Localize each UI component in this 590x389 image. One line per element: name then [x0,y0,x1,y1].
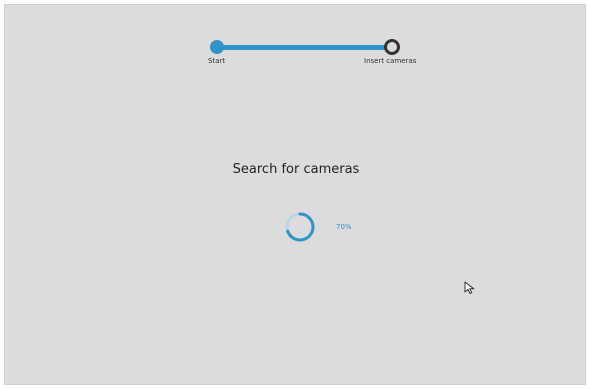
step-start-label: Start [208,57,226,65]
loading-spinner-icon [285,212,315,242]
progress-percent: 70% [336,223,352,231]
stepper-track [217,45,391,50]
mouse-pointer-icon [464,281,475,294]
wizard-screen: Start Insert cameras Search for cameras … [4,4,586,385]
progress-stepper: Start Insert cameras [5,5,587,85]
step-start-dot [210,40,224,54]
step-insert-cameras-dot [384,39,400,55]
page-title: Search for cameras [232,162,360,177]
step-insert-cameras-label: Insert cameras [364,57,417,65]
